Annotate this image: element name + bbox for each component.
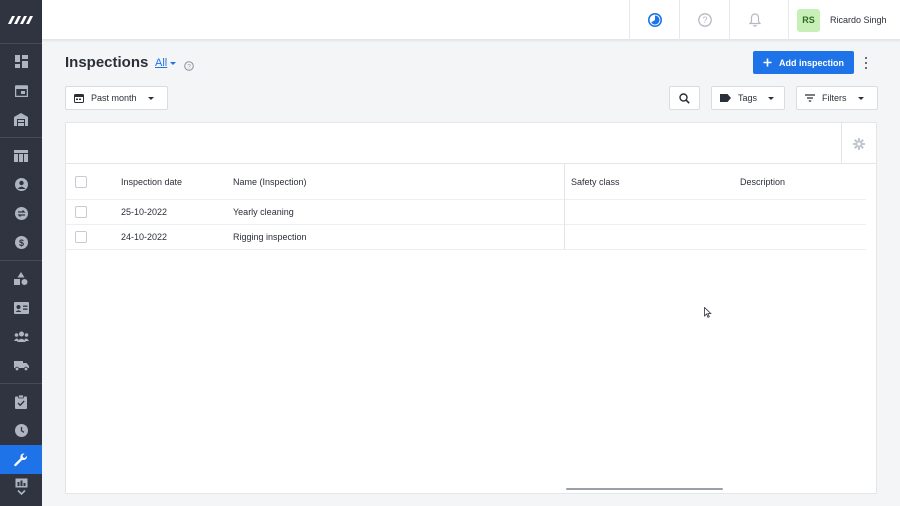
kebab-dot [865,67,867,69]
filters-dropdown[interactable]: Filters [796,86,878,110]
group-icon [13,331,29,342]
search-icon [679,92,690,104]
calendar-icon [74,94,84,103]
sidebar-item-warehouse[interactable] [0,105,42,134]
cursor-icon [704,306,712,318]
avatar: RS [797,8,820,32]
sidebar-divider [0,137,42,138]
help-button[interactable]: ? [679,0,729,40]
cell-inspection-date: 24-10-2022 [121,232,168,242]
sidebar-divider [0,43,42,44]
cell-name: Yearly cleaning [233,207,294,217]
caret-down-icon [857,96,864,100]
column-header-name[interactable]: Name (Inspection) [233,177,307,187]
svg-text:$: $ [18,238,23,248]
dashboard-icon [14,55,28,68]
bell-icon [748,13,761,27]
topbar: ? RS Ricardo Singh [42,0,900,40]
kebab-dot [865,62,867,64]
tags-dropdown[interactable]: Tags [711,86,785,110]
progress-button[interactable] [629,0,679,40]
tag-icon [720,94,731,102]
sidebar-item-contacts[interactable] [0,170,42,199]
table-header-row: Inspection date Name (Inspection) Safety… [66,164,866,200]
sidebar-item-exchange[interactable] [0,199,42,228]
sidebar-item-table[interactable] [0,141,42,170]
sidebar-item-transport[interactable] [0,351,42,380]
sidebar-item-maintenance[interactable] [0,445,42,474]
view-selector[interactable]: All [155,57,177,69]
filters-label: Filters [822,93,847,103]
add-inspection-label: Add inspection [779,57,844,68]
mouse-cursor [704,305,712,323]
sidebar-item-reports[interactable] [0,474,42,500]
sidebar-item-groups[interactable] [0,322,42,351]
svg-text:?: ? [187,63,191,70]
date-filter-dropdown[interactable]: Past month [65,86,168,110]
cell-name: Rigging inspection [233,232,307,242]
column-header-description[interactable]: Description [740,177,785,187]
sidebar-item-finance[interactable]: $ [0,228,42,257]
kebab-dot [865,57,867,59]
sidebar-item-dashboard[interactable] [0,47,42,76]
inspections-table-panel: Inspection date Name (Inspection) Safety… [65,122,877,494]
tags-label: Tags [738,93,758,103]
sidebar-divider [0,383,42,384]
help-icon: ? [697,13,712,27]
select-all-checkbox[interactable] [75,175,87,188]
table-settings-button[interactable] [841,123,876,164]
dollar-icon: $ [14,236,28,249]
search-button[interactable] [669,86,700,110]
row-checkbox[interactable] [75,206,87,218]
page-help-button[interactable]: ? [184,58,194,76]
sidebar-item-inventory[interactable] [0,264,42,293]
filter-icon [805,94,815,102]
date-filter-label: Past month [91,93,137,103]
row-checkbox[interactable] [75,231,87,243]
user-name: Ricardo Singh [830,15,887,25]
clipboard-check-icon [15,394,27,409]
sidebar: $ [0,0,42,506]
table-row[interactable]: 24-10-2022 Rigging inspection [66,225,866,250]
more-options-button[interactable] [861,56,871,70]
sidebar-item-calendar[interactable] [0,76,42,105]
table-row[interactable]: 25-10-2022 Yearly cleaning [66,200,866,225]
add-inspection-button[interactable]: Add inspection [753,51,854,74]
truck-icon [13,361,29,371]
cell-inspection-date: 25-10-2022 [121,207,168,217]
caret-down-icon [170,61,177,65]
clock-icon [14,424,28,437]
page-title: Inspections [65,54,149,71]
wrench-icon [14,452,28,466]
sidebar-item-tasks[interactable] [0,387,42,416]
person-icon [14,178,28,191]
brand-logo[interactable] [0,0,42,40]
table-toolbar [66,123,876,164]
column-header-safety-class[interactable]: Safety class [571,177,620,187]
column-divider [564,164,565,250]
sidebar-item-time[interactable] [0,416,42,445]
gear-icon [853,137,865,150]
chart-icon [15,478,27,496]
progress-icon [647,13,662,27]
help-icon: ? [184,61,194,71]
sidebar-divider [0,260,42,261]
notifications-button[interactable] [729,0,779,40]
caret-down-icon [147,96,154,100]
user-menu[interactable]: RS Ricardo Singh [788,0,900,40]
caret-down-icon [768,96,775,100]
column-header-inspection-date[interactable]: Inspection date [121,177,182,187]
logo-icon [8,16,33,24]
exchange-icon [14,207,28,220]
plus-icon [763,58,772,67]
horizontal-scrollbar[interactable] [566,488,723,490]
warehouse-icon [14,113,28,126]
shapes-icon [14,272,28,285]
sidebar-item-crew[interactable] [0,293,42,322]
table-icon [14,149,28,162]
svg-text:?: ? [702,15,707,25]
id-card-icon [13,301,29,314]
view-selector-label: All [155,57,168,69]
calendar-icon [14,85,28,97]
